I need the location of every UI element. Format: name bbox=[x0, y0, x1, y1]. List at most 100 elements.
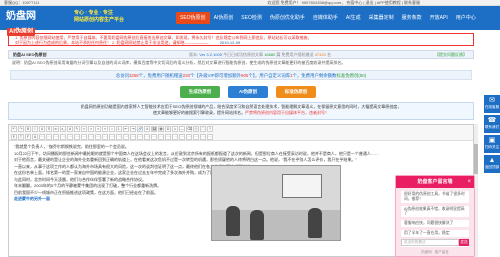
toolbar-button[interactable]: ⛶ bbox=[200, 126, 206, 132]
site-header: 奶盘网AI伪原创 专心 · 专业 · 专注 网站原创内容生产平台 SEO伪原创 … bbox=[0, 6, 500, 37]
toolbar-button[interactable]: ≡ bbox=[88, 126, 94, 132]
toolbar-button[interactable]: ⎙ bbox=[193, 126, 199, 132]
toolbar-button[interactable]: ⋯ bbox=[39, 134, 45, 140]
nav-item-user-center[interactable]: 用户中心 bbox=[452, 12, 480, 24]
notice-text: 使文章能够更好的被搜索引擎收录，提升网站排名。 bbox=[153, 109, 245, 115]
toolbar-button[interactable]: S bbox=[46, 126, 52, 132]
site-logo[interactable]: 奶盘网AI伪原创 bbox=[6, 9, 60, 37]
toolbar-button[interactable]: T bbox=[18, 134, 24, 140]
toolbar-button[interactable]: ⋯ bbox=[144, 134, 150, 140]
toolbar-button[interactable]: 🖼 bbox=[151, 126, 157, 132]
toolbar-button[interactable]: ⋯ bbox=[67, 134, 73, 140]
warning-line-2: 对于因为上述行为造成的后果，本站不承担任何责任！ 2. 奶盘网网站禁止用于非法用… bbox=[15, 40, 467, 45]
toolbar-button[interactable]: I bbox=[32, 126, 38, 132]
stat-value[interactable]: 标准伪原创(50) bbox=[336, 73, 366, 78]
toolbar-button[interactable]: A bbox=[67, 126, 73, 132]
nav-item-rewrite-helper[interactable]: 伪原创优化助手 bbox=[266, 12, 309, 24]
nav-item-seo-check[interactable]: SEO检测 bbox=[237, 12, 266, 24]
standard-rewrite-button[interactable]: 标准伪原创 bbox=[276, 86, 316, 98]
toolbar-button[interactable]: ⋯ bbox=[200, 134, 206, 140]
toolbar-button[interactable]: ⋯ bbox=[207, 134, 213, 140]
feedback-link[interactable]: 【提交问题反馈】 bbox=[435, 51, 467, 59]
toolbar-button[interactable]: ⋯ bbox=[81, 134, 87, 140]
toolbar-button[interactable]: ⋯ bbox=[151, 134, 157, 140]
toolbar-button[interactable]: ⋯ bbox=[165, 134, 171, 140]
nav-item-terms[interactable]: 服务条款 bbox=[398, 12, 426, 24]
toolbar-button[interactable]: • bbox=[109, 126, 115, 132]
toolbar-button[interactable]: ▦ bbox=[158, 126, 164, 132]
nav-item-ai-generate[interactable]: AI生成 bbox=[342, 12, 365, 24]
send-button[interactable]: 发送 bbox=[459, 239, 469, 246]
toolbar-button[interactable]: ⋯ bbox=[53, 134, 59, 140]
toolbar-button[interactable]: ≡ bbox=[102, 126, 108, 132]
toolbar-button[interactable]: x₂ bbox=[60, 126, 66, 132]
close-icon[interactable]: × bbox=[467, 177, 471, 187]
sidebar-label: 在线客服 bbox=[484, 105, 500, 109]
toolbar-button[interactable]: ? bbox=[207, 126, 213, 132]
toolbar-button[interactable]: ⋯ bbox=[60, 134, 66, 140]
toolbar-button[interactable]: ↶ bbox=[11, 126, 17, 132]
scrollbar-thumb[interactable] bbox=[474, 144, 478, 174]
popup-footer: 奶盘网 · 客户留言 bbox=[421, 250, 449, 254]
toolbar-button[interactable]: ⋯ bbox=[74, 134, 80, 140]
nav-item-seo-rewrite[interactable]: SEO伪原创 bbox=[176, 12, 210, 24]
toolbar-button[interactable]: ⋯ bbox=[130, 134, 136, 140]
toolbar-button[interactable]: ⋯ bbox=[123, 134, 129, 140]
sidebar-contact-button[interactable]: ☎ 联系我们 bbox=[484, 115, 500, 133]
sidebar-chat-button[interactable]: ✉ 在线客服 bbox=[484, 95, 500, 113]
users-suffix: 名 bbox=[326, 52, 331, 57]
toolbar-button[interactable]: ✎ bbox=[74, 126, 80, 132]
toolbar-button[interactable]: ⋯ bbox=[158, 134, 164, 140]
stat-text: 总访问 bbox=[115, 73, 129, 78]
nav-item-ai-rewrite[interactable]: AI伪原创 bbox=[210, 12, 238, 24]
toolbar-button[interactable]: ⇤ bbox=[123, 126, 129, 132]
toolbar-button[interactable]: ⋯ bbox=[179, 134, 185, 140]
toolbar-button[interactable]: ⋯ bbox=[46, 134, 52, 140]
toolbar-button[interactable]: ⋯ bbox=[116, 134, 122, 140]
photo-person bbox=[226, 206, 240, 236]
toolbar-button[interactable]: — bbox=[179, 126, 185, 132]
toolbar-button[interactable]: U bbox=[39, 126, 45, 132]
toolbar-button[interactable]: ¶ bbox=[11, 134, 17, 140]
qq-contact: 客服QQ：10977111 bbox=[4, 0, 40, 5]
message-input[interactable]: 说出你的看法 bbox=[401, 239, 459, 246]
toolbar-button[interactable]: ⇥ bbox=[130, 126, 136, 132]
generate-button[interactable]: 生成伪原创 bbox=[180, 86, 220, 98]
toolbar-button[interactable]: ≡ bbox=[95, 126, 101, 132]
toolbar-button[interactable]: 🔗 bbox=[137, 126, 143, 132]
toolbar-button[interactable]: ⋯ bbox=[109, 134, 115, 140]
action-buttons: 生成伪原创 AI伪原创 标准伪原创 bbox=[148, 86, 348, 98]
toolbar-button[interactable]: A bbox=[32, 134, 38, 140]
toolbar-button[interactable]: ⋯ bbox=[95, 134, 101, 140]
warning-date: 2019-12-09 bbox=[219, 40, 241, 45]
toolbar-button[interactable]: ⚓ bbox=[144, 126, 150, 132]
toolbar-button[interactable]: ↷ bbox=[18, 126, 24, 132]
toolbar-button[interactable]: ≡ bbox=[81, 126, 87, 132]
ai-rewrite-button[interactable]: AI伪原创 bbox=[228, 86, 268, 98]
main-nav: SEO伪原创 AI伪原创 SEO检测 伪原创优化助手 自媒体助手 AI生成 采集… bbox=[176, 12, 480, 24]
toolbar-button[interactable]: Ω bbox=[165, 126, 171, 132]
nav-item-api[interactable]: 开放API bbox=[426, 12, 452, 24]
toolbar-button[interactable]: F bbox=[25, 134, 31, 140]
sidebar-label: 扫码关注 bbox=[484, 145, 500, 149]
nav-item-crawler[interactable]: 采集器定制 bbox=[365, 12, 398, 24]
toolbar-button[interactable]: ⌫ bbox=[186, 126, 192, 132]
toolbar-button[interactable]: x² bbox=[53, 126, 59, 132]
stat-text: 个，免费用户随机赠送 bbox=[138, 73, 183, 78]
sidebar-qrcode-button[interactable]: ▣ 扫码关注 bbox=[484, 135, 500, 153]
toolbar-button[interactable]: ⋯ bbox=[102, 134, 108, 140]
toolbar-button[interactable]: ⋯ bbox=[172, 134, 178, 140]
toolbar-button[interactable]: B bbox=[25, 126, 31, 132]
today-count: 16880 bbox=[264, 52, 276, 57]
message-item: 客服响应快，问题很快解决了 bbox=[401, 220, 469, 227]
toolbar-button[interactable]: ⋯ bbox=[88, 134, 94, 140]
toolbar-button[interactable]: 1. bbox=[116, 126, 122, 132]
toolbar-button[interactable]: ⋯ bbox=[186, 134, 192, 140]
toolbar-button[interactable]: ☺ bbox=[172, 126, 178, 132]
nav-item-media-helper[interactable]: 自媒体助手 bbox=[309, 12, 342, 24]
toolbar-row: ↶ ↷ B I U Sx² x₂ A ✎ ≡ ≡ ≡ ≡ • 1. ⇤ ⇥ 🔗 ⚓ 🖼 ▦ Ω ☺ — ⌫ ⎙ ⛶? bbox=[11, 126, 471, 133]
sidebar-top-button[interactable]: ▲ 返回顶部 bbox=[484, 155, 500, 173]
qrcode-icon: ▣ bbox=[488, 137, 496, 144]
toolbar-button[interactable]: ⋯ bbox=[137, 134, 143, 140]
toolbar-button[interactable]: ⋯ bbox=[193, 134, 199, 140]
